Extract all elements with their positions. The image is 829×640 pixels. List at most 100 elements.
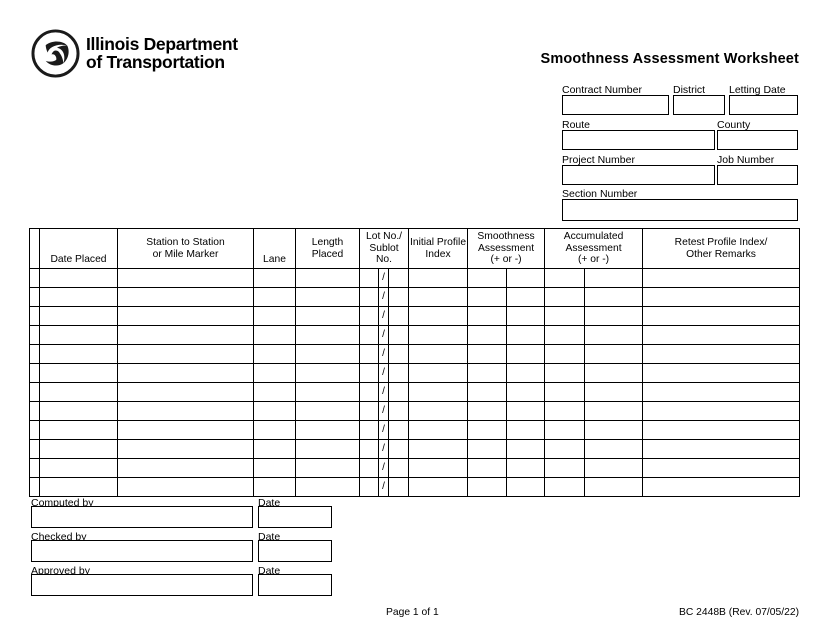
cell-station[interactable] bbox=[117, 477, 254, 497]
cell-accumulated-b[interactable] bbox=[584, 306, 644, 326]
cell-accumulated-b[interactable] bbox=[584, 268, 644, 288]
cell-date-placed[interactable] bbox=[39, 287, 118, 307]
cell-lot-no[interactable] bbox=[359, 268, 379, 288]
computed-by-date-input[interactable] bbox=[258, 506, 332, 528]
contract-number-input[interactable] bbox=[562, 95, 669, 115]
cell-lot-no[interactable] bbox=[359, 420, 379, 440]
cell-initial-profile-index[interactable] bbox=[408, 420, 469, 440]
cell-station[interactable] bbox=[117, 287, 254, 307]
cell-retest[interactable] bbox=[642, 287, 801, 307]
cell-smoothness-b[interactable] bbox=[506, 458, 546, 478]
cell-initial-profile-index[interactable] bbox=[408, 268, 469, 288]
cell-smoothness-a[interactable] bbox=[467, 268, 508, 288]
cell-lane[interactable] bbox=[253, 306, 296, 326]
cell-smoothness-b[interactable] bbox=[506, 363, 546, 383]
cell-retest[interactable] bbox=[642, 344, 801, 364]
cell-lot-no[interactable] bbox=[359, 325, 379, 345]
cell-sublot-no[interactable] bbox=[387, 306, 410, 326]
cell-station[interactable] bbox=[117, 458, 254, 478]
approved-by-date-input[interactable] bbox=[258, 574, 332, 596]
cell-lot-no[interactable] bbox=[359, 382, 379, 402]
cell-initial-profile-index[interactable] bbox=[408, 344, 469, 364]
cell-accumulated-a[interactable] bbox=[544, 382, 586, 402]
cell-smoothness-b[interactable] bbox=[506, 382, 546, 402]
cell-date-placed[interactable] bbox=[39, 439, 118, 459]
cell-lane[interactable] bbox=[253, 268, 296, 288]
cell-length-placed[interactable] bbox=[295, 325, 360, 345]
cell-smoothness-a[interactable] bbox=[467, 344, 508, 364]
cell-accumulated-b[interactable] bbox=[584, 420, 644, 440]
cell-initial-profile-index[interactable] bbox=[408, 382, 469, 402]
cell-accumulated-b[interactable] bbox=[584, 287, 644, 307]
cell-lot-no[interactable] bbox=[359, 439, 379, 459]
cell-date-placed[interactable] bbox=[39, 325, 118, 345]
cell-smoothness-b[interactable] bbox=[506, 306, 546, 326]
cell-lane[interactable] bbox=[253, 287, 296, 307]
cell-length-placed[interactable] bbox=[295, 287, 360, 307]
cell-sublot-no[interactable] bbox=[387, 401, 410, 421]
letting-date-input[interactable] bbox=[729, 95, 798, 115]
project-number-input[interactable] bbox=[562, 165, 715, 185]
cell-accumulated-a[interactable] bbox=[544, 287, 586, 307]
cell-sublot-no[interactable] bbox=[387, 382, 410, 402]
cell-station[interactable] bbox=[117, 420, 254, 440]
cell-accumulated-b[interactable] bbox=[584, 363, 644, 383]
cell-accumulated-a[interactable] bbox=[544, 344, 586, 364]
cell-length-placed[interactable] bbox=[295, 458, 360, 478]
cell-length-placed[interactable] bbox=[295, 268, 360, 288]
cell-sublot-no[interactable] bbox=[387, 344, 410, 364]
cell-retest[interactable] bbox=[642, 477, 801, 497]
cell-smoothness-a[interactable] bbox=[467, 287, 508, 307]
cell-accumulated-a[interactable] bbox=[544, 420, 586, 440]
cell-lot-no[interactable] bbox=[359, 363, 379, 383]
cell-retest[interactable] bbox=[642, 382, 801, 402]
checked-by-input[interactable] bbox=[31, 540, 253, 562]
cell-sublot-no[interactable] bbox=[387, 268, 410, 288]
cell-accumulated-b[interactable] bbox=[584, 439, 644, 459]
cell-lane[interactable] bbox=[253, 420, 296, 440]
cell-lane[interactable] bbox=[253, 439, 296, 459]
cell-lot-no[interactable] bbox=[359, 458, 379, 478]
cell-station[interactable] bbox=[117, 268, 254, 288]
cell-initial-profile-index[interactable] bbox=[408, 401, 469, 421]
cell-sublot-no[interactable] bbox=[387, 458, 410, 478]
cell-smoothness-a[interactable] bbox=[467, 382, 508, 402]
cell-smoothness-a[interactable] bbox=[467, 363, 508, 383]
cell-accumulated-a[interactable] bbox=[544, 439, 586, 459]
cell-accumulated-b[interactable] bbox=[584, 325, 644, 345]
cell-smoothness-b[interactable] bbox=[506, 287, 546, 307]
cell-length-placed[interactable] bbox=[295, 344, 360, 364]
cell-smoothness-a[interactable] bbox=[467, 477, 508, 497]
cell-initial-profile-index[interactable] bbox=[408, 306, 469, 326]
cell-accumulated-b[interactable] bbox=[584, 458, 644, 478]
cell-smoothness-b[interactable] bbox=[506, 344, 546, 364]
cell-accumulated-a[interactable] bbox=[544, 477, 586, 497]
checked-by-date-input[interactable] bbox=[258, 540, 332, 562]
cell-length-placed[interactable] bbox=[295, 306, 360, 326]
cell-initial-profile-index[interactable] bbox=[408, 363, 469, 383]
cell-lane[interactable] bbox=[253, 382, 296, 402]
cell-station[interactable] bbox=[117, 439, 254, 459]
cell-lot-no[interactable] bbox=[359, 401, 379, 421]
cell-accumulated-a[interactable] bbox=[544, 268, 586, 288]
cell-accumulated-a[interactable] bbox=[544, 306, 586, 326]
cell-smoothness-a[interactable] bbox=[467, 306, 508, 326]
cell-length-placed[interactable] bbox=[295, 401, 360, 421]
cell-station[interactable] bbox=[117, 401, 254, 421]
cell-sublot-no[interactable] bbox=[387, 420, 410, 440]
cell-lot-no[interactable] bbox=[359, 306, 379, 326]
cell-accumulated-b[interactable] bbox=[584, 477, 644, 497]
cell-initial-profile-index[interactable] bbox=[408, 458, 469, 478]
cell-smoothness-b[interactable] bbox=[506, 325, 546, 345]
cell-date-placed[interactable] bbox=[39, 382, 118, 402]
cell-accumulated-a[interactable] bbox=[544, 325, 586, 345]
cell-lot-no[interactable] bbox=[359, 344, 379, 364]
cell-lane[interactable] bbox=[253, 325, 296, 345]
district-input[interactable] bbox=[673, 95, 725, 115]
cell-date-placed[interactable] bbox=[39, 306, 118, 326]
cell-length-placed[interactable] bbox=[295, 420, 360, 440]
cell-initial-profile-index[interactable] bbox=[408, 325, 469, 345]
cell-accumulated-b[interactable] bbox=[584, 344, 644, 364]
cell-smoothness-b[interactable] bbox=[506, 420, 546, 440]
cell-date-placed[interactable] bbox=[39, 401, 118, 421]
